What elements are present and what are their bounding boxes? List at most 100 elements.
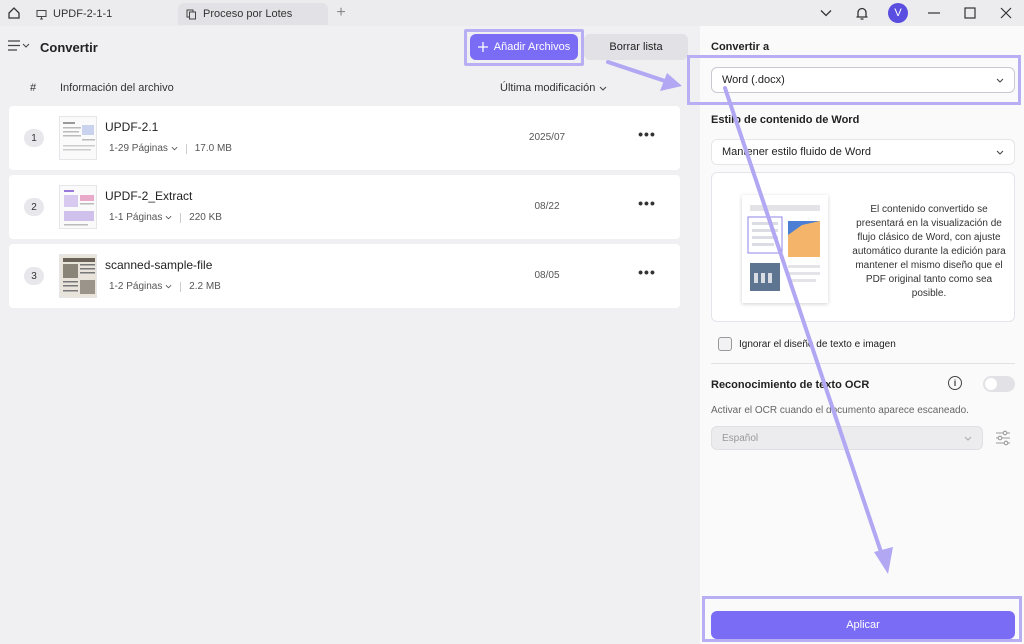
add-files-highlight [464,29,584,66]
chevron-down-icon [165,215,172,220]
file-size: 220 KB [189,212,222,223]
chevron-down-icon [996,150,1004,155]
column-last-modified-label: Última modificación [500,82,596,94]
file-row[interactable]: 2 UPDF-2_Extract 1-1 Páginas 220 KB 08/2… [9,175,680,239]
column-headers: # Información del archivo Última modific… [0,78,696,98]
divider [711,363,1015,364]
more-options-button[interactable]: ••• [637,264,657,284]
column-file-info: Información del archivo [60,82,174,94]
left-toolbar: Convertir Añadir Archivos Borrar lista [0,26,696,68]
page-range-label: 1-29 Páginas [109,143,168,154]
chevron-down-button[interactable] [808,0,844,26]
column-index: # [30,82,37,94]
file-index: 1 [24,129,44,147]
document-preview [742,195,828,303]
file-thumbnail [59,254,97,298]
file-thumbnail [59,185,97,229]
chevron-down-icon [600,86,607,91]
file-name: UPDF-2.1 [105,120,159,134]
maximize-icon [964,7,976,19]
menu-button[interactable] [8,40,30,51]
file-index: 3 [24,267,44,285]
info-icon[interactable]: i [948,376,962,390]
document-thumbnail-icon [60,186,96,228]
monitor-icon [36,9,47,19]
notifications-button[interactable] [844,0,880,26]
ocr-label: Reconocimiento de texto OCR [711,379,870,391]
file-name: UPDF-2_Extract [105,189,193,203]
home-icon [8,7,20,19]
chevron-down-icon [820,10,832,17]
column-last-modified[interactable]: Última modificación [500,82,607,94]
file-date: 08/05 [534,270,560,281]
chevron-down-icon [165,284,172,289]
document-thumbnail-icon [60,117,96,159]
tab-label: Proceso por Lotes [203,8,293,20]
divider [185,143,187,154]
minimize-icon [928,12,940,14]
page-title: Convertir [40,40,98,55]
file-meta: 1-2 Páginas 2.2 MB [109,281,221,292]
chevron-down-icon [171,146,178,151]
more-options-button[interactable]: ••• [637,126,657,146]
file-meta: 1-1 Páginas 220 KB [109,212,222,223]
file-row[interactable]: 3 scanned-sample-file 1-2 Páginas 2.2 MB… [9,244,680,308]
chevron-down-icon [964,436,972,441]
ocr-description: Activar el OCR cuando el documento apare… [711,405,969,416]
close-icon [1000,7,1012,19]
close-button[interactable] [988,0,1024,26]
file-size: 17.0 MB [194,143,232,154]
ocr-language-select[interactable]: Español [711,426,983,450]
apply-highlight [702,596,1022,642]
scanned-document-thumbnail-icon [60,255,96,297]
sliders-icon [996,430,1010,446]
file-meta: 1-29 Páginas 17.0 MB [109,143,232,154]
file-date: 2025/07 [528,132,566,143]
ocr-toggle[interactable] [983,376,1015,392]
page-range-select[interactable]: 1-1 Páginas [109,212,172,223]
chevron-down-icon [22,43,30,48]
style-preview: El contenido convertido se presentará en… [711,172,1015,322]
style-description: El contenido convertido se presentará en… [852,204,1006,299]
user-avatar-button[interactable]: V [880,0,916,26]
settings-panel: Convertir a Word (.docx) Estilo de conte… [700,26,1024,644]
more-options-button[interactable]: ••• [637,195,657,215]
copy-icon [186,9,196,19]
ignore-layout-option[interactable]: Ignorar el diseño de texto e imagen [718,337,896,351]
ocr-settings-button[interactable] [994,429,1012,447]
flow-layout-illustration-icon [747,205,820,291]
clear-list-button[interactable]: Borrar lista [584,34,688,60]
file-size: 2.2 MB [189,281,221,292]
word-style-select[interactable]: Mantener estilo fluido de Word [711,139,1015,165]
new-tab-button[interactable]: + [328,4,354,22]
file-index: 2 [24,198,44,216]
file-thumbnail [59,116,97,160]
maximize-button[interactable] [952,0,988,26]
word-style-value: Mantener estilo fluido de Word [722,146,871,158]
minimize-button[interactable] [916,0,952,26]
divider [180,212,182,223]
avatar: V [888,3,908,23]
file-list-panel: Convertir Añadir Archivos Borrar lista #… [0,26,696,644]
divider [180,281,182,292]
bell-icon [856,7,868,20]
home-button[interactable] [0,0,28,26]
file-name: scanned-sample-file [105,258,213,272]
page-range-select[interactable]: 1-29 Páginas [109,143,178,154]
word-style-label: Estilo de contenido de Word [711,114,860,126]
page-range-select[interactable]: 1-2 Páginas [109,281,172,292]
ignore-layout-label: Ignorar el diseño de texto e imagen [739,338,896,350]
convert-to-highlight [687,55,1021,105]
page-range-label: 1-1 Páginas [109,212,163,223]
tab-label: UPDF-2-1-1 [53,8,113,20]
file-date: 08/22 [534,201,560,212]
convert-to-label: Convertir a [711,41,770,53]
file-row[interactable]: 1 UPDF-2.1 1-29 Páginas 17.0 MB 2025/07 … [9,106,680,170]
menu-icon [8,40,20,51]
page-range-label: 1-2 Páginas [109,281,163,292]
ignore-layout-checkbox[interactable] [718,337,732,351]
ocr-language-value: Español [722,432,759,444]
tab-proceso-por-lotes[interactable]: Proceso por Lotes [178,3,328,25]
tab-updf-2-1-1[interactable]: UPDF-2-1-1 [28,3,178,25]
title-bar: UPDF-2-1-1 Proceso por Lotes + V [0,0,1024,26]
